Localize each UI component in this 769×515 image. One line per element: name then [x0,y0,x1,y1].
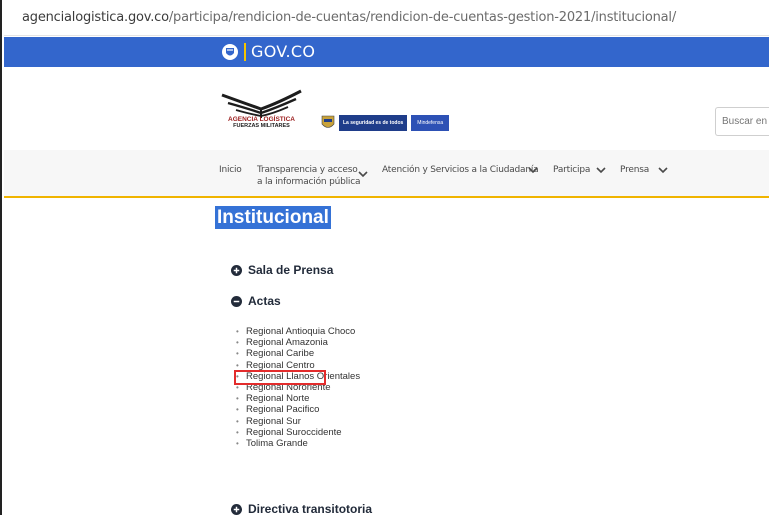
bullet-icon: • [236,438,239,448]
bullet-icon: • [236,349,239,359]
list-item[interactable]: • Regional Norte [236,393,360,404]
highlight-annotation [234,370,326,385]
colombia-shield-icon [222,43,238,60]
section-sala-de-prensa[interactable]: Sala de Prensa [231,263,333,277]
agency-name: AGENCIA LOGÍSTICA FUERZAS MILITARES [214,116,309,129]
site-header: AGENCIA LOGÍSTICA FUERZAS MILITARES La s… [4,67,769,150]
main-nav: Inicio Transparencia y acceso a la infor… [4,150,769,198]
nav-participa[interactable]: Participa [553,164,590,176]
gov-co-bar: GOV.CO [4,37,769,67]
act-link[interactable]: Regional Pacifico [246,404,319,415]
page-title: Institucional [215,206,331,229]
url-path: /participa/rendicion-de-cuentas/rendicio… [168,10,677,25]
mindefensa-slogan: La seguridad es de todos [339,115,408,131]
list-item[interactable]: • Regional Pacifico [236,404,360,415]
act-link[interactable]: Regional Suroccidente [246,427,342,438]
nav-transparencia-line1: Transparencia y acceso [257,165,358,175]
main-content: Institucional Sala de Prensa Actas • Regi… [4,200,769,515]
bullet-icon: • [236,416,239,426]
bullet-icon: • [236,405,239,415]
mindefensa-name: Mindefensa [411,115,450,131]
list-item[interactable]: • Regional Antioquia Choco [236,326,360,337]
list-item[interactable]: • Regional Amazonia [236,337,360,348]
agency-name-sub: FUERZAS MILITARES [233,123,290,129]
bullet-icon: • [236,327,239,337]
nav-transparencia[interactable]: Transparencia y acceso a la información … [257,164,360,188]
act-link[interactable]: Regional Antioquia Choco [246,326,355,337]
list-item[interactable]: • Regional Suroccidente [236,427,360,438]
mindefensa-logo[interactable]: La seguridad es de todos Mindefensa [321,113,450,133]
nav-transparencia-line2: a la información pública [257,177,361,187]
nav-atencion[interactable]: Atención y Servicios a la Ciudadanía [382,164,539,176]
plus-circle-icon[interactable] [231,503,242,515]
nav-prensa[interactable]: Prensa [620,164,649,176]
plus-circle-icon[interactable] [231,264,242,276]
bullet-icon: • [236,338,239,348]
act-link[interactable]: Regional Sur [246,416,301,427]
minus-circle-icon[interactable] [231,295,242,307]
list-item[interactable]: • Regional Caribe [236,348,360,359]
act-link[interactable]: Regional Norte [246,393,309,404]
chevron-down-icon[interactable] [596,166,606,174]
list-item[interactable]: • Regional Sur [236,416,360,427]
chevron-down-icon[interactable] [528,166,538,174]
list-item[interactable]: • Tolima Grande [236,438,360,449]
section-label: Sala de Prensa [248,263,334,277]
url-domain: agencialogistica.gov.co [22,10,169,25]
section-directiva-transitoria[interactable]: Directiva transitotoria [231,502,372,515]
agency-name-main: AGENCIA LOGÍSTICA [228,116,295,123]
actas-list: • Regional Antioquia Choco • Regional Amaz… [236,326,360,449]
section-label: Directiva transitotoria [248,502,373,515]
chevron-down-icon[interactable] [658,166,668,174]
act-link[interactable]: Tolima Grande [246,438,308,449]
coat-of-arms-icon [321,115,335,128]
act-link[interactable]: Regional Centro [246,360,315,371]
section-label: Actas [248,294,281,308]
bullet-icon: • [236,360,239,370]
search-input[interactable] [716,108,769,135]
nav-inicio[interactable]: Inicio [219,164,242,176]
section-actas[interactable]: Actas [231,294,281,308]
act-link[interactable]: Regional Caribe [246,348,314,359]
chevron-down-icon[interactable] [358,170,368,178]
act-link[interactable]: Regional Amazonia [246,337,328,348]
bullet-icon: • [236,427,239,437]
bullet-icon: • [236,394,239,404]
gov-co-label: GOV.CO [251,42,316,61]
page-frame: agencialogistica.gov.co/participa/rendic… [0,0,769,515]
url-text[interactable]: agencialogistica.gov.co/participa/rendic… [22,10,676,25]
address-bar[interactable]: agencialogistica.gov.co/participa/rendic… [4,0,769,36]
gov-separator [244,42,246,61]
gov-co-logo[interactable]: GOV.CO [221,42,315,61]
search-field[interactable] [715,107,769,136]
